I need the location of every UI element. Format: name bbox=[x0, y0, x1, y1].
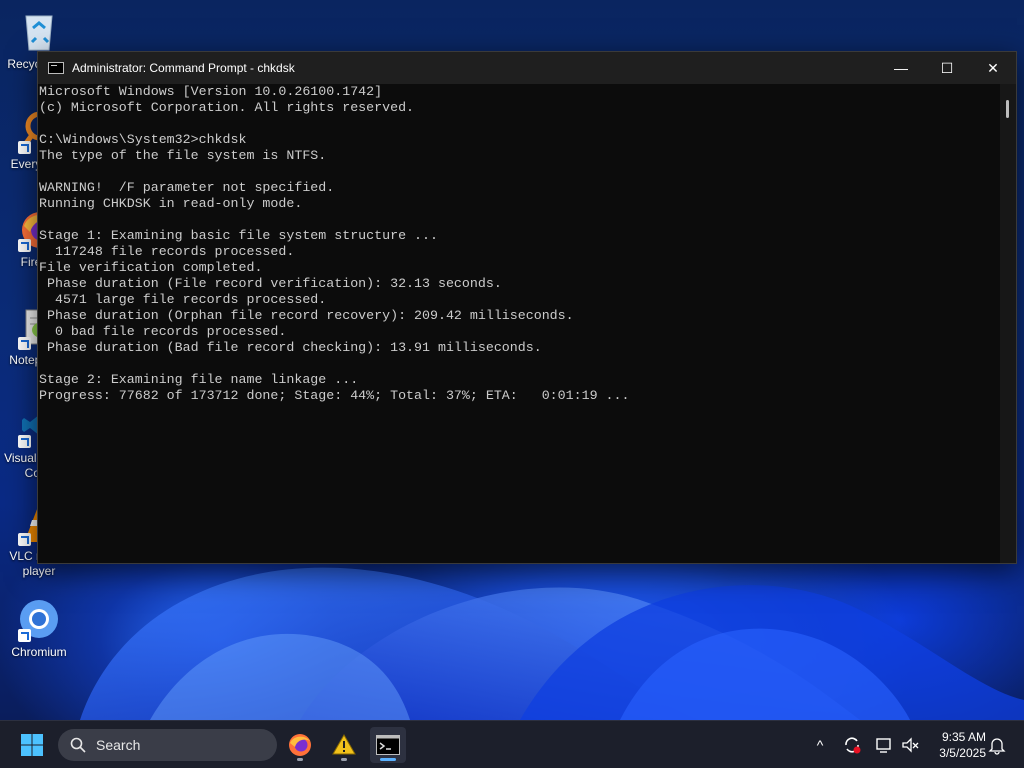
active-indicator bbox=[380, 758, 396, 761]
command-prompt-window[interactable]: Administrator: Command Prompt - chkdsk —… bbox=[37, 51, 1017, 564]
clock-time: 9:35 AM bbox=[941, 730, 986, 744]
search-placeholder: Search bbox=[96, 737, 141, 753]
window-title: Administrator: Command Prompt - chkdsk bbox=[72, 61, 295, 75]
desktop-icon-label: Chromium bbox=[11, 645, 67, 659]
start-button[interactable] bbox=[14, 727, 50, 763]
minimize-button[interactable]: — bbox=[878, 52, 924, 84]
taskbar-clock[interactable]: 9:35 AM 3/5/2025 bbox=[924, 729, 986, 761]
maximize-button[interactable]: ☐ bbox=[924, 52, 970, 84]
shortcut-arrow-icon bbox=[18, 435, 31, 448]
console-line: File verification completed. bbox=[39, 260, 263, 275]
console-line: 0 bad file records processed. bbox=[39, 324, 287, 339]
taskbar: Search ^ 9:35 AM 3/5/2025 bbox=[0, 720, 1024, 768]
shortcut-arrow-icon bbox=[18, 533, 31, 546]
scrollbar-thumb[interactable] bbox=[1006, 100, 1009, 118]
notifications-bell-icon[interactable] bbox=[987, 735, 1007, 755]
windows-logo-icon bbox=[21, 734, 43, 756]
vertical-scrollbar[interactable] bbox=[1000, 84, 1016, 563]
command-prompt-taskbar-button[interactable] bbox=[370, 727, 406, 763]
close-button[interactable]: ✕ bbox=[970, 52, 1016, 84]
shortcut-arrow-icon bbox=[18, 629, 31, 642]
console-line: Phase duration (File record verification… bbox=[39, 276, 502, 291]
shortcut-arrow-icon bbox=[18, 337, 31, 350]
network-icon[interactable] bbox=[874, 735, 894, 755]
recycle-bin-icon bbox=[16, 8, 62, 54]
firefox-taskbar-icon bbox=[289, 734, 311, 756]
shortcut-arrow-icon bbox=[18, 141, 31, 154]
chromium-icon bbox=[16, 596, 62, 642]
console-line: Running CHKDSK in read-only mode. bbox=[39, 196, 303, 211]
console-line: Phase duration (Bad file record checking… bbox=[39, 340, 542, 355]
volume-muted-icon[interactable] bbox=[900, 735, 920, 755]
running-indicator bbox=[341, 758, 347, 761]
running-indicator bbox=[297, 758, 303, 761]
clock-date: 3/5/2025 bbox=[939, 746, 986, 760]
shortcut-arrow-icon bbox=[18, 239, 31, 252]
console-line: The type of the file system is NTFS. bbox=[39, 148, 327, 163]
console-line: Microsoft Windows [Version 10.0.26100.17… bbox=[39, 84, 383, 99]
console-output[interactable]: Microsoft Windows [Version 10.0.26100.17… bbox=[38, 84, 1000, 563]
taskbar-search-box[interactable]: Search bbox=[58, 729, 277, 761]
console-line: 117248 file records processed. bbox=[39, 244, 295, 259]
console-line: Phase duration (Orphan file record recov… bbox=[39, 308, 574, 323]
console-line: 4571 large file records processed. bbox=[39, 292, 327, 307]
console-line: WARNING! /F parameter not specified. bbox=[39, 180, 335, 195]
search-icon bbox=[70, 737, 86, 753]
warning-app-taskbar-icon bbox=[332, 734, 356, 755]
warning-app-taskbar-button[interactable] bbox=[326, 727, 362, 763]
console-line: C:\Windows\System32>chkdsk bbox=[39, 132, 247, 147]
window-title-bar[interactable]: Administrator: Command Prompt - chkdsk —… bbox=[38, 52, 1016, 84]
show-hidden-icons-button[interactable]: ^ bbox=[810, 735, 830, 755]
sync-status-icon[interactable] bbox=[842, 735, 862, 755]
console-line: Stage 2: Examining file name linkage ... bbox=[39, 372, 359, 387]
console-line: (c) Microsoft Corporation. All rights re… bbox=[39, 100, 415, 115]
console-line: Progress: 77682 of 173712 done; Stage: 4… bbox=[39, 388, 630, 403]
command-prompt-icon bbox=[48, 62, 64, 74]
console-line: Stage 1: Examining basic file system str… bbox=[39, 228, 438, 243]
desktop-icon-chromium[interactable]: Chromium bbox=[0, 596, 78, 660]
firefox-taskbar-button[interactable] bbox=[282, 727, 318, 763]
command-prompt-taskbar-icon bbox=[376, 735, 400, 755]
